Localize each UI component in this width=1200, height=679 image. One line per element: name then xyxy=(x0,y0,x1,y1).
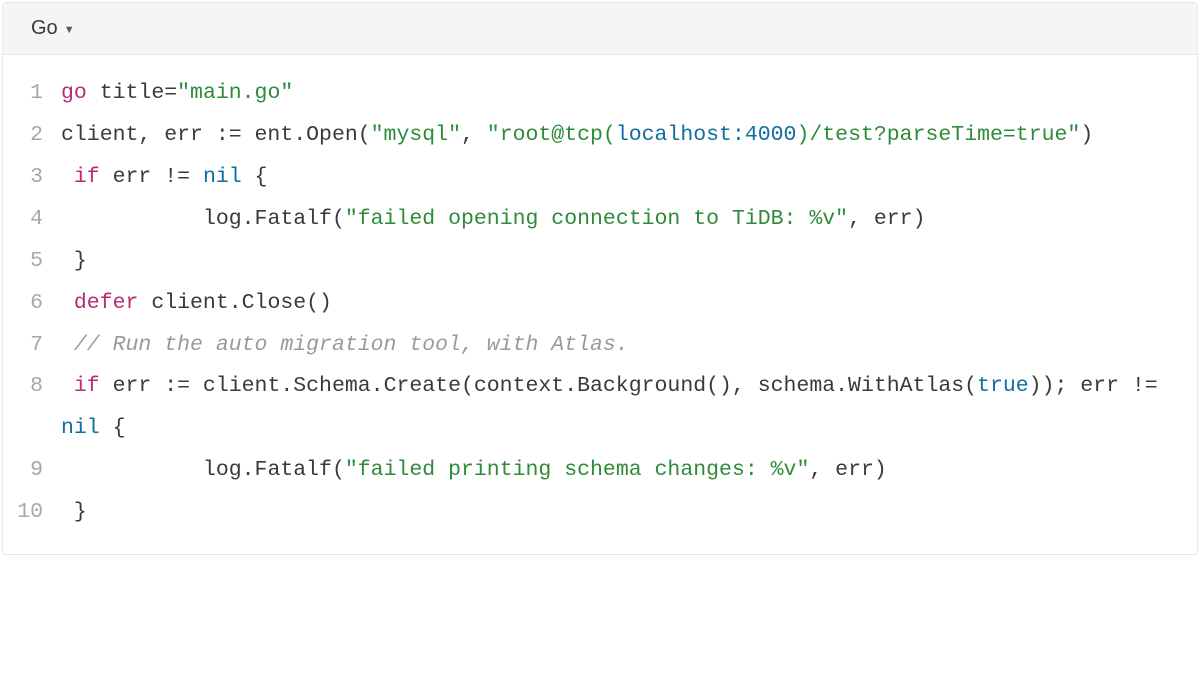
code-line: 2 client, err := ent.Open("mysql", "root… xyxy=(3,115,1197,157)
code-line: 5 } xyxy=(3,241,1197,283)
code-line: 3 if err != nil { xyxy=(3,157,1197,199)
line-number: 6 xyxy=(3,283,61,325)
code-content: go title="main.go" xyxy=(61,73,1175,115)
code-header: Go ▼ xyxy=(3,3,1197,55)
code-line: 8 if err := client.Schema.Create(context… xyxy=(3,366,1197,450)
language-label: Go xyxy=(31,17,58,40)
code-content: } xyxy=(61,241,1175,283)
line-number: 10 xyxy=(3,492,61,534)
code-content: // Run the auto migration tool, with Atl… xyxy=(61,325,1175,367)
code-line: 6 defer client.Close() xyxy=(3,283,1197,325)
line-number: 2 xyxy=(3,115,61,157)
line-number: 9 xyxy=(3,450,61,492)
code-line: 4 log.Fatalf("failed opening connection … xyxy=(3,199,1197,241)
line-number: 5 xyxy=(3,241,61,283)
code-line: 7 // Run the auto migration tool, with A… xyxy=(3,325,1197,367)
code-content: log.Fatalf("failed opening connection to… xyxy=(61,199,1175,241)
line-number: 7 xyxy=(3,325,61,367)
language-selector[interactable]: Go ▼ xyxy=(31,17,75,40)
code-line: 9 log.Fatalf("failed printing schema cha… xyxy=(3,450,1197,492)
code-line: 1 go title="main.go" xyxy=(3,73,1197,115)
chevron-down-icon: ▼ xyxy=(64,24,75,36)
code-line: 10 } xyxy=(3,492,1197,534)
code-content: defer client.Close() xyxy=(61,283,1175,325)
code-content: if err := client.Schema.Create(context.B… xyxy=(61,366,1175,450)
line-number: 1 xyxy=(3,73,61,115)
line-number: 4 xyxy=(3,199,61,241)
code-content: if err != nil { xyxy=(61,157,1175,199)
code-block: Go ▼ 1 go title="main.go" 2 client, err … xyxy=(2,2,1198,555)
code-content: } xyxy=(61,492,1175,534)
line-number: 3 xyxy=(3,157,61,199)
code-area[interactable]: 1 go title="main.go" 2 client, err := en… xyxy=(3,55,1197,554)
code-content: client, err := ent.Open("mysql", "root@t… xyxy=(61,115,1175,157)
code-content: log.Fatalf("failed printing schema chang… xyxy=(61,450,1175,492)
line-number: 8 xyxy=(3,366,61,408)
